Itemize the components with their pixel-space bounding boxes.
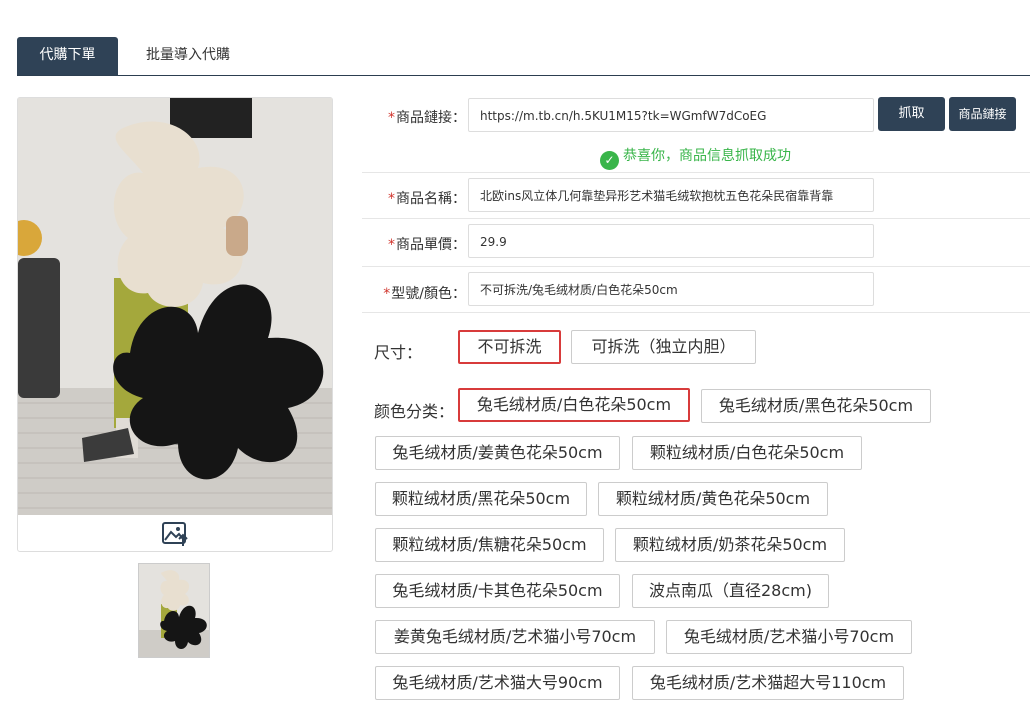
required-mark: * <box>388 191 395 207</box>
color-option[interactable]: 兔毛绒材质/白色花朵50cm <box>458 388 690 422</box>
size-label: 尺寸： <box>374 343 423 362</box>
product-price-input[interactable]: 29.9 <box>468 224 874 258</box>
tab-bulk-import[interactable]: 批量導入代購 <box>118 37 258 75</box>
product-name-row: *商品名稱： 北欧ins风立体几何靠垫异形艺术猫毛绒软抱枕五色花朵民宿靠背靠 <box>362 172 1030 219</box>
product-model-label: 型號/顏色： <box>391 286 466 302</box>
success-text: 恭喜你，商品信息抓取成功 <box>623 148 791 164</box>
product-model-row: *型號/顏色： 不可拆洗/兔毛绒材质/白色花朵50cm <box>362 266 1030 313</box>
color-option[interactable]: 兔毛绒材质/艺术猫小号70cm <box>666 620 912 654</box>
product-model-input[interactable]: 不可拆洗/兔毛绒材质/白色花朵50cm <box>468 272 874 306</box>
color-option[interactable]: 颗粒绒材质/黄色花朵50cm <box>598 482 828 516</box>
check-circle-icon: ✓ <box>600 151 619 170</box>
color-option[interactable]: 颗粒绒材质/黑花朵50cm <box>375 482 587 516</box>
product-price-label: 商品單價： <box>396 237 466 253</box>
product-link-input[interactable]: https://m.tb.cn/h.5KU1M15?tk=WGmfW7dCoEG <box>468 98 874 132</box>
product-link-button[interactable]: 商品鏈接 <box>949 97 1016 131</box>
product-price-row: *商品單價： 29.9 <box>362 218 1030 267</box>
required-mark: * <box>388 237 395 253</box>
fetch-success-message: ✓ 恭喜你，商品信息抓取成功 <box>600 145 791 170</box>
required-mark: * <box>383 286 391 302</box>
product-link-row: *商品鏈接： https://m.tb.cn/h.5KU1M15?tk=WGmf… <box>362 97 1030 173</box>
color-option[interactable]: 姜黄兔毛绒材质/艺术猫小号70cm <box>375 620 655 654</box>
size-option[interactable]: 不可拆洗 <box>458 330 561 364</box>
color-option[interactable]: 兔毛绒材质/艺术猫大号90cm <box>375 666 620 700</box>
product-link-label: 商品鏈接： <box>396 110 466 126</box>
required-mark: * <box>388 110 395 126</box>
color-option[interactable]: 兔毛绒材质/黑色花朵50cm <box>701 389 931 423</box>
color-option[interactable]: 颗粒绒材质/奶茶花朵50cm <box>615 528 845 562</box>
color-option[interactable]: 颗粒绒材质/白色花朵50cm <box>632 436 862 470</box>
product-name-label: 商品名稱： <box>396 191 466 207</box>
color-option[interactable]: 兔毛绒材质/艺术猫超大号110cm <box>632 666 904 700</box>
image-upload-icon[interactable] <box>161 519 189 547</box>
product-name-input[interactable]: 北欧ins风立体几何靠垫异形艺术猫毛绒软抱枕五色花朵民宿靠背靠 <box>468 178 874 212</box>
color-option[interactable]: 兔毛绒材质/卡其色花朵50cm <box>375 574 620 608</box>
size-option[interactable]: 可拆洗（独立内胆） <box>571 330 756 364</box>
fetch-button[interactable]: 抓取 <box>878 97 945 131</box>
product-image <box>18 98 332 515</box>
tab-bar: 代購下單 批量導入代購 <box>17 37 1030 76</box>
color-option[interactable]: 兔毛绒材质/姜黄色花朵50cm <box>375 436 620 470</box>
color-option[interactable]: 颗粒绒材质/焦糖花朵50cm <box>375 528 604 562</box>
tab-purchase-order[interactable]: 代購下單 <box>17 37 118 75</box>
product-thumbnail[interactable] <box>138 563 210 658</box>
color-label: 颜色分类： <box>374 402 455 421</box>
product-image-card <box>17 97 333 552</box>
color-option[interactable]: 波点南瓜（直径28cm) <box>632 574 829 608</box>
